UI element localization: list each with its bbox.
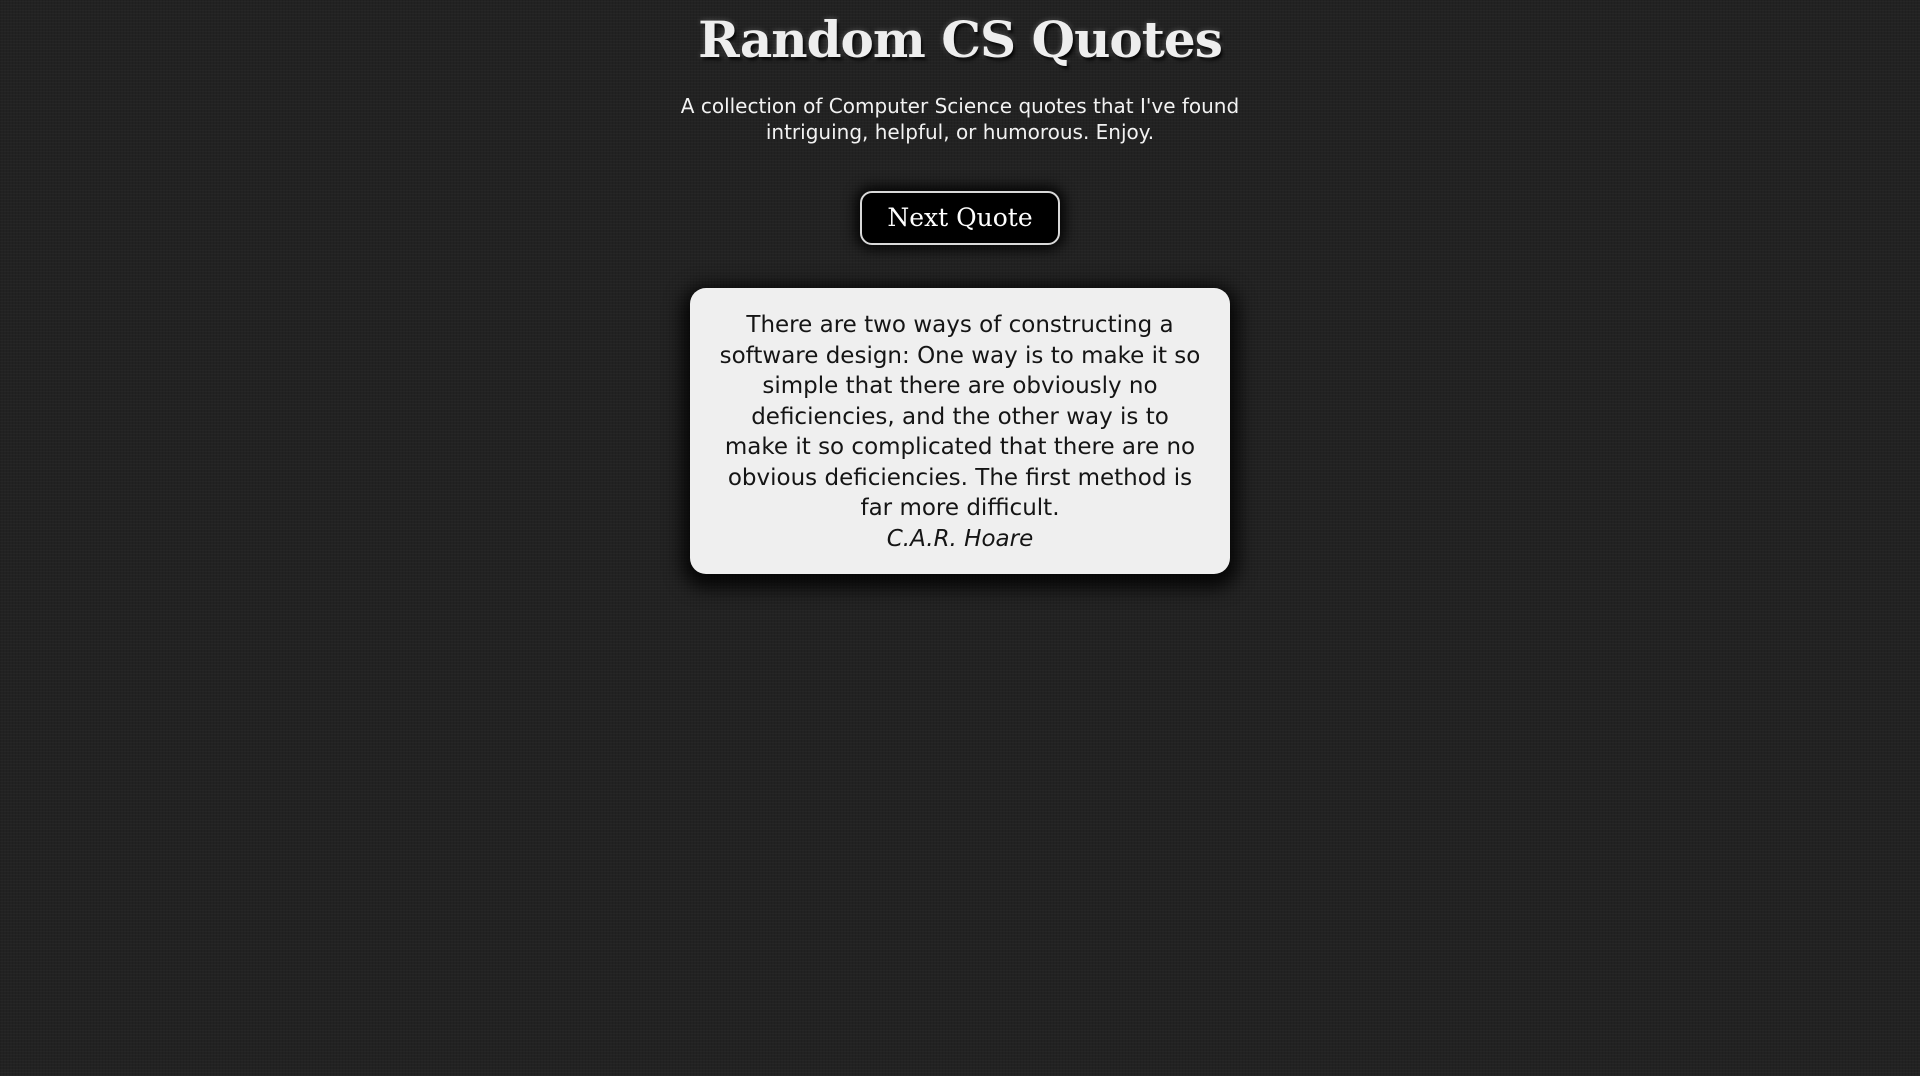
next-quote-button[interactable]: Next Quote xyxy=(860,191,1060,245)
page-subtitle: A collection of Computer Science quotes … xyxy=(680,94,1240,144)
page: Random CS Quotes A collection of Compute… xyxy=(0,0,1920,1076)
page-title: Random CS Quotes xyxy=(698,10,1223,69)
quote-text: There are two ways of constructing a sof… xyxy=(719,312,1201,521)
quote-author: C.A.R. Hoare xyxy=(886,525,1034,552)
quote-card: There are two ways of constructing a sof… xyxy=(690,288,1230,574)
